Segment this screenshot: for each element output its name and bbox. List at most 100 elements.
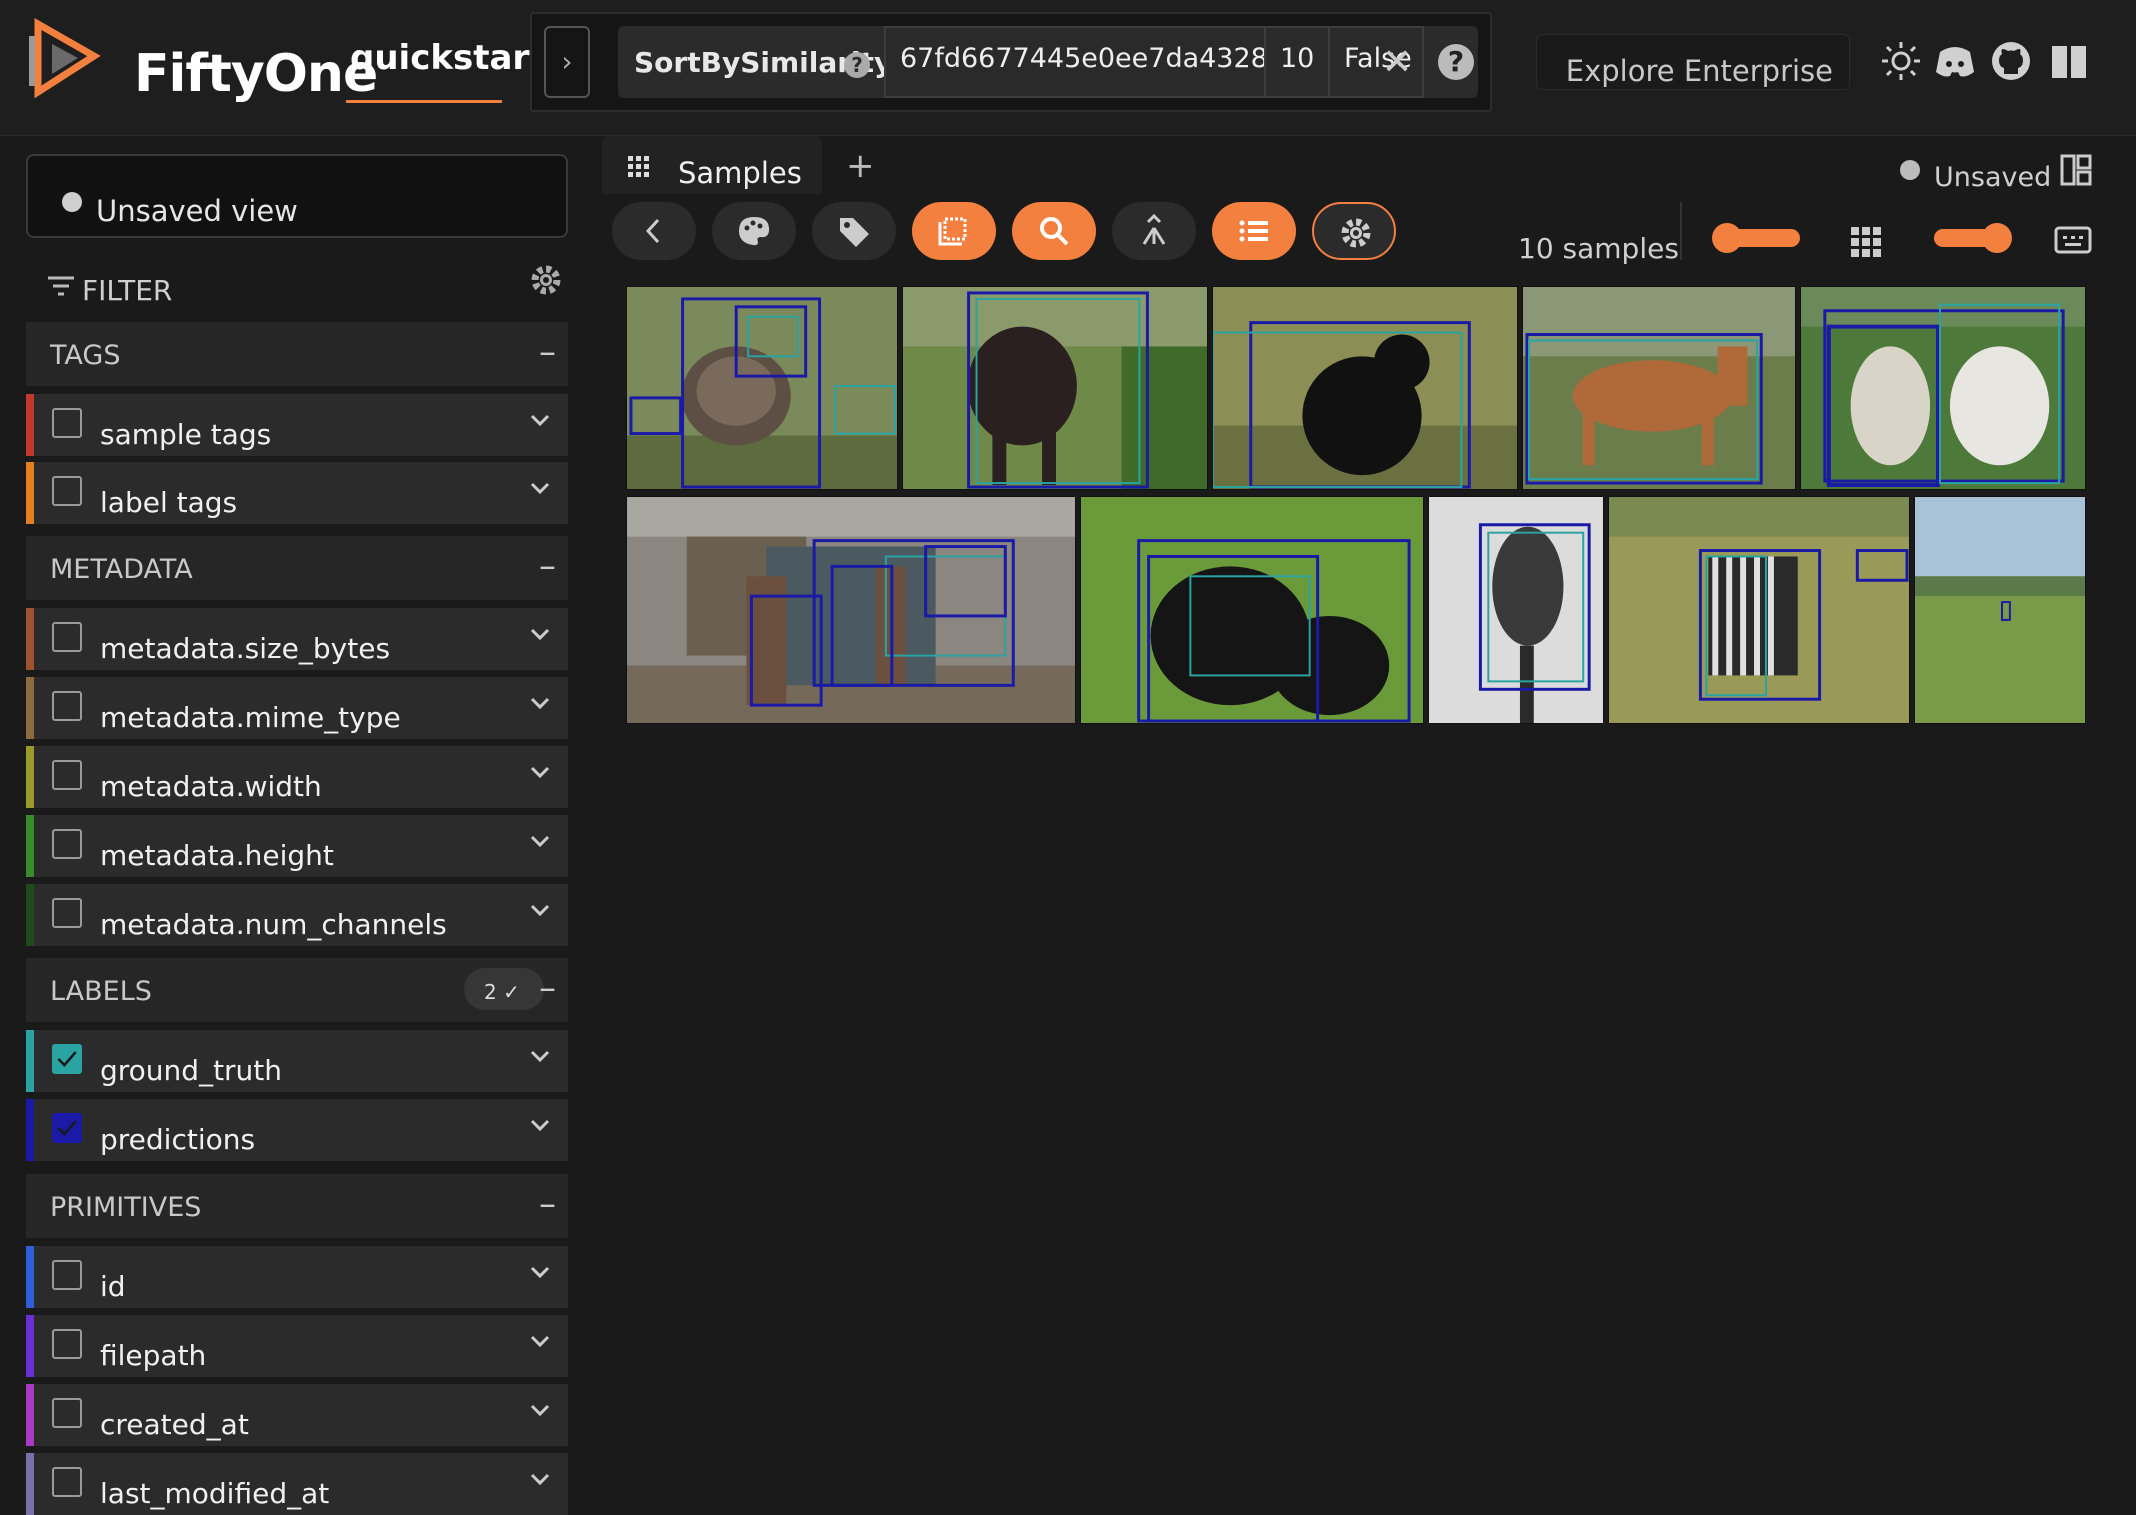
field-checkbox[interactable] [52, 829, 82, 859]
chevron-down-icon[interactable] [528, 1044, 552, 1068]
field-checkbox-checked[interactable] [52, 1044, 82, 1074]
sample-tile[interactable] [1522, 286, 1796, 490]
stage-param-k[interactable]: 10 [1264, 26, 1330, 98]
color-scheme-button[interactable] [712, 202, 796, 260]
chevron-down-icon[interactable] [528, 691, 552, 715]
sample-thumbnail [1523, 287, 1795, 489]
dataset-selector[interactable]: quickstart [350, 38, 545, 78]
keyboard-icon[interactable] [2054, 224, 2092, 256]
field-row-size-bytes[interactable]: metadata.size_bytes [26, 608, 568, 670]
group-header-metadata[interactable]: METADATA – [26, 536, 568, 600]
sample-tile[interactable] [1212, 286, 1518, 490]
explore-enterprise-button[interactable]: Explore Enterprise [1536, 34, 1850, 90]
field-row-predictions[interactable]: predictions [26, 1099, 568, 1161]
grid-zoom-slider[interactable] [1712, 223, 1800, 253]
expand-view-bar-button[interactable]: › [544, 26, 590, 98]
similarity-search-button[interactable] [1012, 202, 1096, 260]
chevron-down-icon[interactable] [528, 760, 552, 784]
fiftyone-logo-icon[interactable] [24, 16, 108, 100]
field-checkbox[interactable] [52, 1398, 82, 1428]
chevron-down-icon[interactable] [528, 476, 552, 500]
gear-icon [1341, 218, 1371, 248]
sample-tile[interactable] [1800, 286, 2086, 490]
back-button[interactable] [612, 202, 696, 260]
field-row-id[interactable]: id [26, 1246, 568, 1308]
patches-button[interactable] [912, 202, 996, 260]
tag-button[interactable] [812, 202, 896, 260]
field-row-label-tags[interactable]: label tags [26, 462, 568, 524]
check-icon [57, 1120, 77, 1136]
filter-heading: FILTER [82, 274, 173, 307]
field-checkbox[interactable] [52, 691, 82, 721]
field-checkbox[interactable] [52, 476, 82, 506]
docs-icon[interactable] [2048, 40, 2090, 82]
settings-button[interactable] [1312, 202, 1396, 260]
slider-knob[interactable] [1712, 223, 1742, 253]
merge-icon [1142, 214, 1166, 245]
collapse-icon[interactable]: – [539, 546, 556, 586]
field-row-created-at[interactable]: created_at [26, 1384, 568, 1446]
chevron-down-icon[interactable] [528, 622, 552, 646]
tab-samples[interactable]: Samples [602, 136, 822, 194]
sample-tile[interactable] [626, 496, 1076, 724]
slider-knob[interactable] [1982, 223, 2012, 253]
add-panel-icon[interactable]: + [846, 146, 875, 186]
chevron-down-icon[interactable] [528, 408, 552, 432]
collapse-icon[interactable]: – [539, 968, 556, 1008]
sample-tile[interactable] [1428, 496, 1604, 724]
sort-by-similarity-button[interactable] [1112, 202, 1196, 260]
field-row-last-modified-at[interactable]: last_modified_at [26, 1453, 568, 1515]
grid-icon [628, 156, 649, 177]
zoom-slider[interactable] [1934, 223, 2012, 253]
field-row-ground-truth[interactable]: ground_truth [26, 1030, 568, 1092]
field-row-filepath[interactable]: filepath [26, 1315, 568, 1377]
labels-count-badge[interactable]: 2 ✓ [464, 968, 544, 1010]
field-checkbox[interactable] [52, 1329, 82, 1359]
github-icon[interactable] [1990, 40, 2032, 82]
discord-icon[interactable] [1934, 40, 1976, 82]
chevron-down-icon[interactable] [528, 1113, 552, 1137]
chevron-down-icon[interactable] [528, 829, 552, 853]
saved-view-selector[interactable]: Unsaved view [26, 154, 568, 238]
field-checkbox-checked[interactable] [52, 1113, 82, 1143]
field-row-num-channels[interactable]: metadata.num_channels [26, 884, 568, 946]
group-header-labels[interactable]: LABELS 2 ✓ – [26, 958, 568, 1022]
browse-operations-button[interactable] [1212, 202, 1296, 260]
stage-help-icon[interactable]: ? [844, 52, 870, 78]
close-stage-icon[interactable]: ✕ [1382, 42, 1412, 83]
help-icon[interactable]: ? [1438, 44, 1474, 80]
chevron-down-icon[interactable] [528, 898, 552, 922]
field-checkbox[interactable] [52, 1260, 82, 1290]
field-row-mime-type[interactable]: metadata.mime_type [26, 677, 568, 739]
chevron-down-icon[interactable] [528, 1467, 552, 1491]
sample-tile[interactable] [626, 286, 898, 490]
sample-tile[interactable] [1608, 496, 1910, 724]
collapse-icon[interactable]: – [539, 1184, 556, 1224]
grid-view-icon[interactable] [1850, 226, 1882, 258]
stage-param-query-id[interactable]: 67fd6677445e0ee7da432821 [884, 26, 1266, 98]
sun-icon[interactable] [1880, 40, 1922, 82]
chevron-down-icon[interactable] [528, 1260, 552, 1284]
field-label: ground_truth [100, 1054, 283, 1087]
group-header-tags[interactable]: TAGS – [26, 322, 568, 386]
field-checkbox[interactable] [52, 622, 82, 652]
field-checkbox[interactable] [52, 760, 82, 790]
sample-tile[interactable] [1914, 496, 2086, 724]
list-icon [1239, 220, 1268, 242]
field-color-stripe [26, 608, 34, 670]
sample-tile[interactable] [1080, 496, 1424, 724]
sample-tile[interactable] [902, 286, 1208, 490]
field-checkbox[interactable] [52, 898, 82, 928]
field-checkbox[interactable] [52, 1467, 82, 1497]
sidebar-settings-icon[interactable] [528, 262, 564, 298]
chevron-down-icon[interactable] [528, 1329, 552, 1353]
field-row-sample-tags[interactable]: sample tags [26, 394, 568, 456]
group-header-primitives[interactable]: PRIMITIVES – [26, 1174, 568, 1238]
field-row-height[interactable]: metadata.height [26, 815, 568, 877]
collapse-icon[interactable]: – [539, 332, 556, 372]
layout-icon[interactable] [2060, 154, 2092, 186]
chevron-down-icon[interactable] [528, 1398, 552, 1422]
field-checkbox[interactable] [52, 408, 82, 438]
sample-thumbnail [1429, 497, 1603, 723]
field-row-width[interactable]: metadata.width [26, 746, 568, 808]
